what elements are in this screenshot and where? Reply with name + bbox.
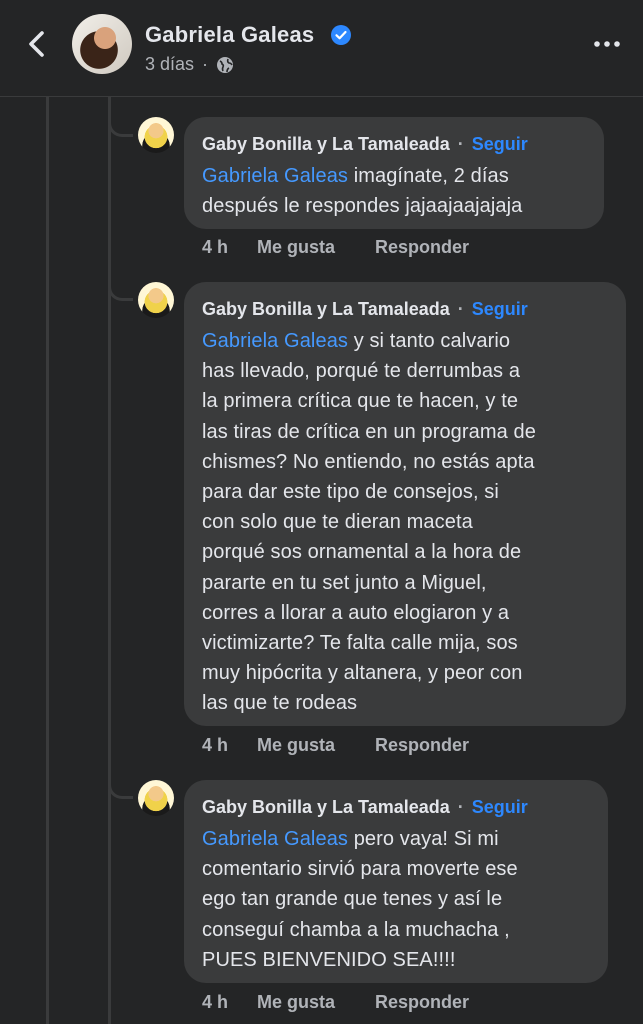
comment-bubble: Gaby Bonilla y La Tamaleada · Seguir Gabri… xyxy=(184,117,604,229)
more-options-button[interactable] xyxy=(590,32,624,56)
more-horizontal-icon xyxy=(594,41,620,47)
comment-line: pararte en tu set junto a Miguel, xyxy=(202,571,487,594)
comment-text: Gabriela Galeas pero vaya! Si mi comenta… xyxy=(202,824,590,975)
comment-line: las que te rodeas xyxy=(202,692,358,715)
header-separator: · xyxy=(457,299,464,319)
follow-button[interactable]: Seguir xyxy=(472,797,528,817)
comment-line: pero vaya! Si mi xyxy=(348,828,499,850)
comment-line: has llevado, porqué te derrumbas a xyxy=(202,360,521,383)
comment-line: victimizarte? Te falta calle mija, sos xyxy=(202,632,518,655)
chevron-left-icon xyxy=(29,31,44,57)
verified-badge-icon xyxy=(331,25,351,45)
reply-connector xyxy=(108,780,133,799)
comment-actions: 4 h Me gusta Responder xyxy=(202,237,469,258)
reply-connector xyxy=(108,282,133,301)
post-header: Gabriela Galeas 3 días · xyxy=(0,0,643,97)
comment-line: porqué sos ornamental a la hora de xyxy=(202,541,522,564)
comment-text: Gabriela Galeas y si tanto calvario has … xyxy=(202,326,608,719)
like-button[interactable]: Me gusta xyxy=(257,992,375,1013)
comment-line: comentario sirvió para moverte ese xyxy=(202,858,518,881)
comment-line: PUES BIENVENIDO SEA!!!! xyxy=(202,948,456,971)
comment-actions: 4 h Me gusta Responder xyxy=(202,735,469,756)
header-separator: · xyxy=(457,134,464,154)
header-separator: · xyxy=(457,797,464,817)
thread-line xyxy=(46,96,49,1024)
comment-line: para dar este tipo de consejos, si xyxy=(202,481,499,504)
comment-header: Gaby Bonilla y La Tamaleada · Seguir xyxy=(202,296,608,322)
commenter-name[interactable]: Gaby Bonilla y La Tamaleada xyxy=(202,134,450,154)
reply-button[interactable]: Responder xyxy=(375,735,469,756)
comment-bubble: Gaby Bonilla y La Tamaleada · Seguir Gabri… xyxy=(184,282,626,726)
comment-line: la primera crítica que te hacen, y te xyxy=(202,390,519,413)
commenter-avatar[interactable] xyxy=(138,282,174,318)
comment-line: conseguí chamba a la muchacha , xyxy=(202,918,510,941)
back-button[interactable] xyxy=(20,28,52,60)
comment-line: muy hipócrita y altanera, y peor con xyxy=(202,662,523,685)
reply-button[interactable]: Responder xyxy=(375,992,469,1013)
comment-line: ego tan grande que tenes y así le xyxy=(202,888,503,911)
author-avatar[interactable] xyxy=(72,14,132,74)
comment-line: chismes? No entiendo, no estás apta xyxy=(202,450,535,473)
like-button[interactable]: Me gusta xyxy=(257,237,375,258)
follow-button[interactable]: Seguir xyxy=(472,134,528,154)
comment-line: corres a llorar a auto elogiaron y a xyxy=(202,601,510,624)
reply-button[interactable]: Responder xyxy=(375,237,469,258)
comment-actions: 4 h Me gusta Responder xyxy=(202,992,469,1013)
comment-time[interactable]: 4 h xyxy=(202,735,257,756)
post-time[interactable]: 3 días xyxy=(145,54,194,75)
commenter-avatar[interactable] xyxy=(138,780,174,816)
comment-line: las tiras de crítica en un programa de xyxy=(202,420,536,443)
globe-icon xyxy=(217,56,234,73)
comment-time[interactable]: 4 h xyxy=(202,237,257,258)
post-meta: 3 días · xyxy=(145,54,234,75)
comment-line: y si tanto calvario xyxy=(348,330,511,352)
comment-time[interactable]: 4 h xyxy=(202,992,257,1013)
author-name[interactable]: Gabriela Galeas xyxy=(145,22,314,48)
mention-link[interactable]: Gabriela Galeas xyxy=(202,330,348,352)
mention-link[interactable]: Gabriela Galeas xyxy=(202,165,348,187)
mention-link[interactable]: Gabriela Galeas xyxy=(202,828,348,850)
comment-line: después le respondes jajaajaajajaja xyxy=(202,195,523,218)
comment-line: con solo que te dieran maceta xyxy=(202,511,473,534)
follow-button[interactable]: Seguir xyxy=(472,299,528,319)
like-button[interactable]: Me gusta xyxy=(257,735,375,756)
reply-thread-line xyxy=(108,96,111,1024)
reply-connector xyxy=(108,118,133,137)
commenter-name[interactable]: Gaby Bonilla y La Tamaleada xyxy=(202,299,450,319)
commenter-name[interactable]: Gaby Bonilla y La Tamaleada xyxy=(202,797,450,817)
comment-header: Gaby Bonilla y La Tamaleada · Seguir xyxy=(202,794,590,820)
comment-text: Gabriela Galeas imagínate, 2 días despué… xyxy=(202,161,586,221)
comment-line: imagínate, 2 días xyxy=(348,165,509,187)
meta-separator: · xyxy=(202,54,209,74)
comment-header: Gaby Bonilla y La Tamaleada · Seguir xyxy=(202,131,586,157)
comment-bubble: Gaby Bonilla y La Tamaleada · Seguir Gabri… xyxy=(184,780,608,983)
commenter-avatar[interactable] xyxy=(138,117,174,153)
